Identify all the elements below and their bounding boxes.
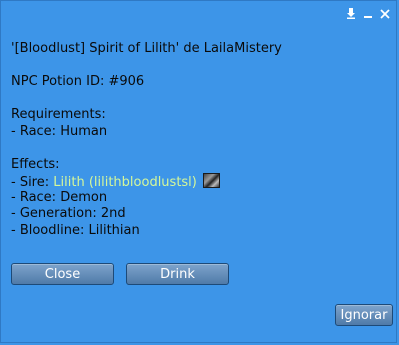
effect-sire: - Sire: Lilith (lilithbloodlustsl) — [11, 173, 386, 190]
dialog-message: '[Bloodlust] Spirit of Lilith' de LailaM… — [11, 41, 386, 239]
ignore-button[interactable]: Ignorar — [335, 304, 393, 326]
requirement-race: - Race: Human — [11, 123, 108, 139]
effect-bloodline: - Bloodline: Lilithian — [11, 222, 140, 238]
effect-generation: - Generation: 2nd — [11, 206, 126, 221]
avatar-thumbnail[interactable] — [203, 173, 221, 188]
pin-icon[interactable] — [345, 8, 356, 19]
minimize-icon[interactable] — [362, 8, 373, 19]
close-window-icon[interactable] — [379, 8, 390, 19]
notification-dialog: '[Bloodlust] Spirit of Lilith' de LailaM… — [0, 0, 397, 343]
requirements-title: Requirements: — [11, 107, 106, 122]
effect-race: - Race: Demon — [11, 189, 108, 205]
sire-label: - Sire: — [11, 175, 54, 190]
close-button[interactable]: Close — [11, 263, 114, 285]
sire-link[interactable]: Lilith (lilithbloodlustsl) — [53, 175, 197, 190]
drink-button[interactable]: Drink — [126, 263, 229, 285]
window-controls — [345, 8, 390, 19]
potion-id: NPC Potion ID: #906 — [11, 74, 145, 89]
effects-title: Effects: — [11, 156, 60, 172]
dialog-heading: '[Bloodlust] Spirit of Lilith' de LailaM… — [11, 41, 282, 56]
